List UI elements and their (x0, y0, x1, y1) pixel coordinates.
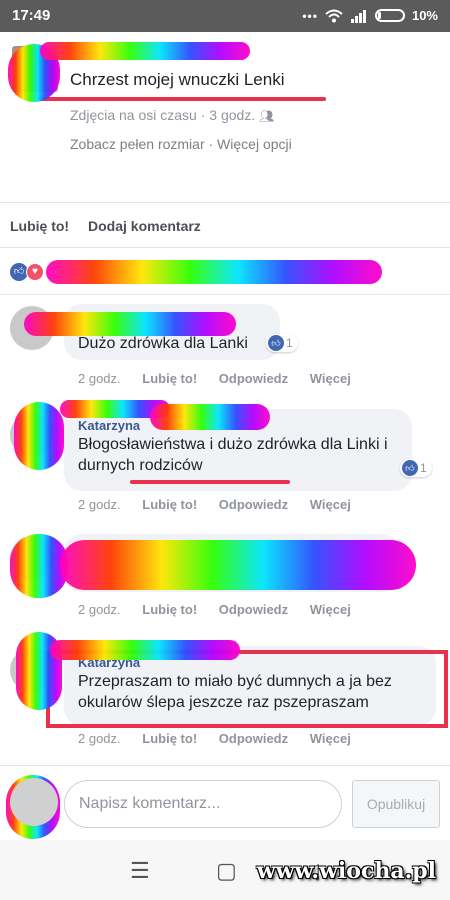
comment-time: 2 godz. (78, 371, 121, 386)
comment-time: 2 godz. (78, 602, 121, 617)
comment-actions: 2 godz. Lubię to! Odpowiedz Więcej (78, 731, 369, 746)
battery-icon (374, 9, 405, 22)
clock: 17:49 (12, 7, 51, 24)
post-title: Chrzest mojej wnuczki Lenki (70, 70, 285, 89)
censor-scribble (24, 312, 236, 336)
comment-composer: Opublikuj (0, 765, 450, 840)
comment-like-button[interactable]: Lubię to! (142, 731, 197, 746)
comment-more-button[interactable]: Więcej (310, 497, 351, 512)
title-underline-annotation (38, 97, 326, 101)
watermark: www.wiocha.pl (256, 858, 436, 884)
word-underline-annotation (130, 480, 290, 484)
censor-scribble (40, 42, 250, 60)
apology-highlight-box (46, 650, 448, 728)
more-dots-icon: ••• (302, 8, 318, 23)
friends-icon: 👥︎ (259, 109, 275, 123)
comment-more-button[interactable]: Więcej (310, 371, 351, 386)
comment-like-button[interactable]: Lubię to! (142, 602, 197, 617)
censor-scribble (14, 402, 64, 470)
comment-input[interactable] (64, 780, 342, 828)
like-count: 1 (420, 461, 427, 475)
post-action-row: Lubię to! Dodaj komentarz (0, 202, 450, 248)
comment-reply-button[interactable]: Odpowiedz (219, 731, 288, 746)
system-nav-bar: ☰ ▢ ◁ www.wiocha.pl (0, 840, 450, 900)
comment-like-button[interactable]: Lubię to! (142, 371, 197, 386)
like-icon: 👍︎ (402, 460, 418, 476)
publish-button[interactable]: Opublikuj (352, 780, 440, 828)
post-meta-text: Zdjęcia na osi czasu · 3 godz. (70, 107, 256, 123)
censor-scribble (50, 640, 240, 660)
signal-icon (350, 9, 366, 23)
comment-more-button[interactable]: Więcej (310, 602, 351, 617)
censor-scribble (150, 404, 270, 430)
love-icon: ♥ (26, 263, 44, 281)
battery-level: 10% (411, 8, 438, 23)
comment-like-button[interactable]: Lubię to! (142, 497, 197, 512)
comment-1: Dużo zdrówka dla Lanki 👍︎ 1 2 godz. Lubię… (0, 296, 450, 396)
comment-more-button[interactable]: Więcej (310, 731, 351, 746)
comment-time: 2 godz. (78, 731, 121, 746)
comment-actions: 2 godz. Lubię to! Odpowiedz Więcej (78, 602, 369, 617)
like-count: 1 (286, 336, 293, 350)
menu-icon[interactable]: ☰ (130, 858, 150, 884)
comment-like-count[interactable]: 👍︎ 1 (400, 459, 432, 477)
comment-reply-button[interactable]: Odpowiedz (219, 371, 288, 386)
like-post-button[interactable]: Lubię to! (10, 218, 69, 234)
comment-actions: 2 godz. Lubię to! Odpowiedz Więcej (78, 497, 369, 512)
comment-reply-button[interactable]: Odpowiedz (219, 497, 288, 512)
home-icon[interactable]: ▢ (216, 858, 237, 884)
comment-time: 2 godz. (78, 497, 121, 512)
comment-reply-button[interactable]: Odpowiedz (219, 602, 288, 617)
user-avatar (10, 778, 58, 826)
censor-scribble (60, 540, 416, 590)
comment-text: Błogosławieństwa i dużo zdrówka dla Link… (78, 436, 388, 474)
censor-scribble (46, 260, 382, 284)
status-icons: ••• 10% (302, 8, 438, 23)
status-bar: 17:49 ••• 10% (0, 0, 450, 32)
comment-text: Dużo zdrówka dla Lanki (78, 335, 248, 352)
comment-like-count[interactable]: 👍︎ 1 (266, 334, 298, 352)
like-icon: 👍︎ (268, 335, 284, 351)
post-links[interactable]: Zobacz pełen rozmiar · Więcej opcji (70, 136, 292, 152)
post-meta: Zdjęcia na osi czasu · 3 godz. 👥︎ (70, 107, 274, 123)
wifi-icon (325, 9, 343, 22)
comment-actions: 2 godz. Lubię to! Odpowiedz Więcej (78, 371, 369, 386)
add-comment-button[interactable]: Dodaj komentarz (88, 218, 201, 234)
